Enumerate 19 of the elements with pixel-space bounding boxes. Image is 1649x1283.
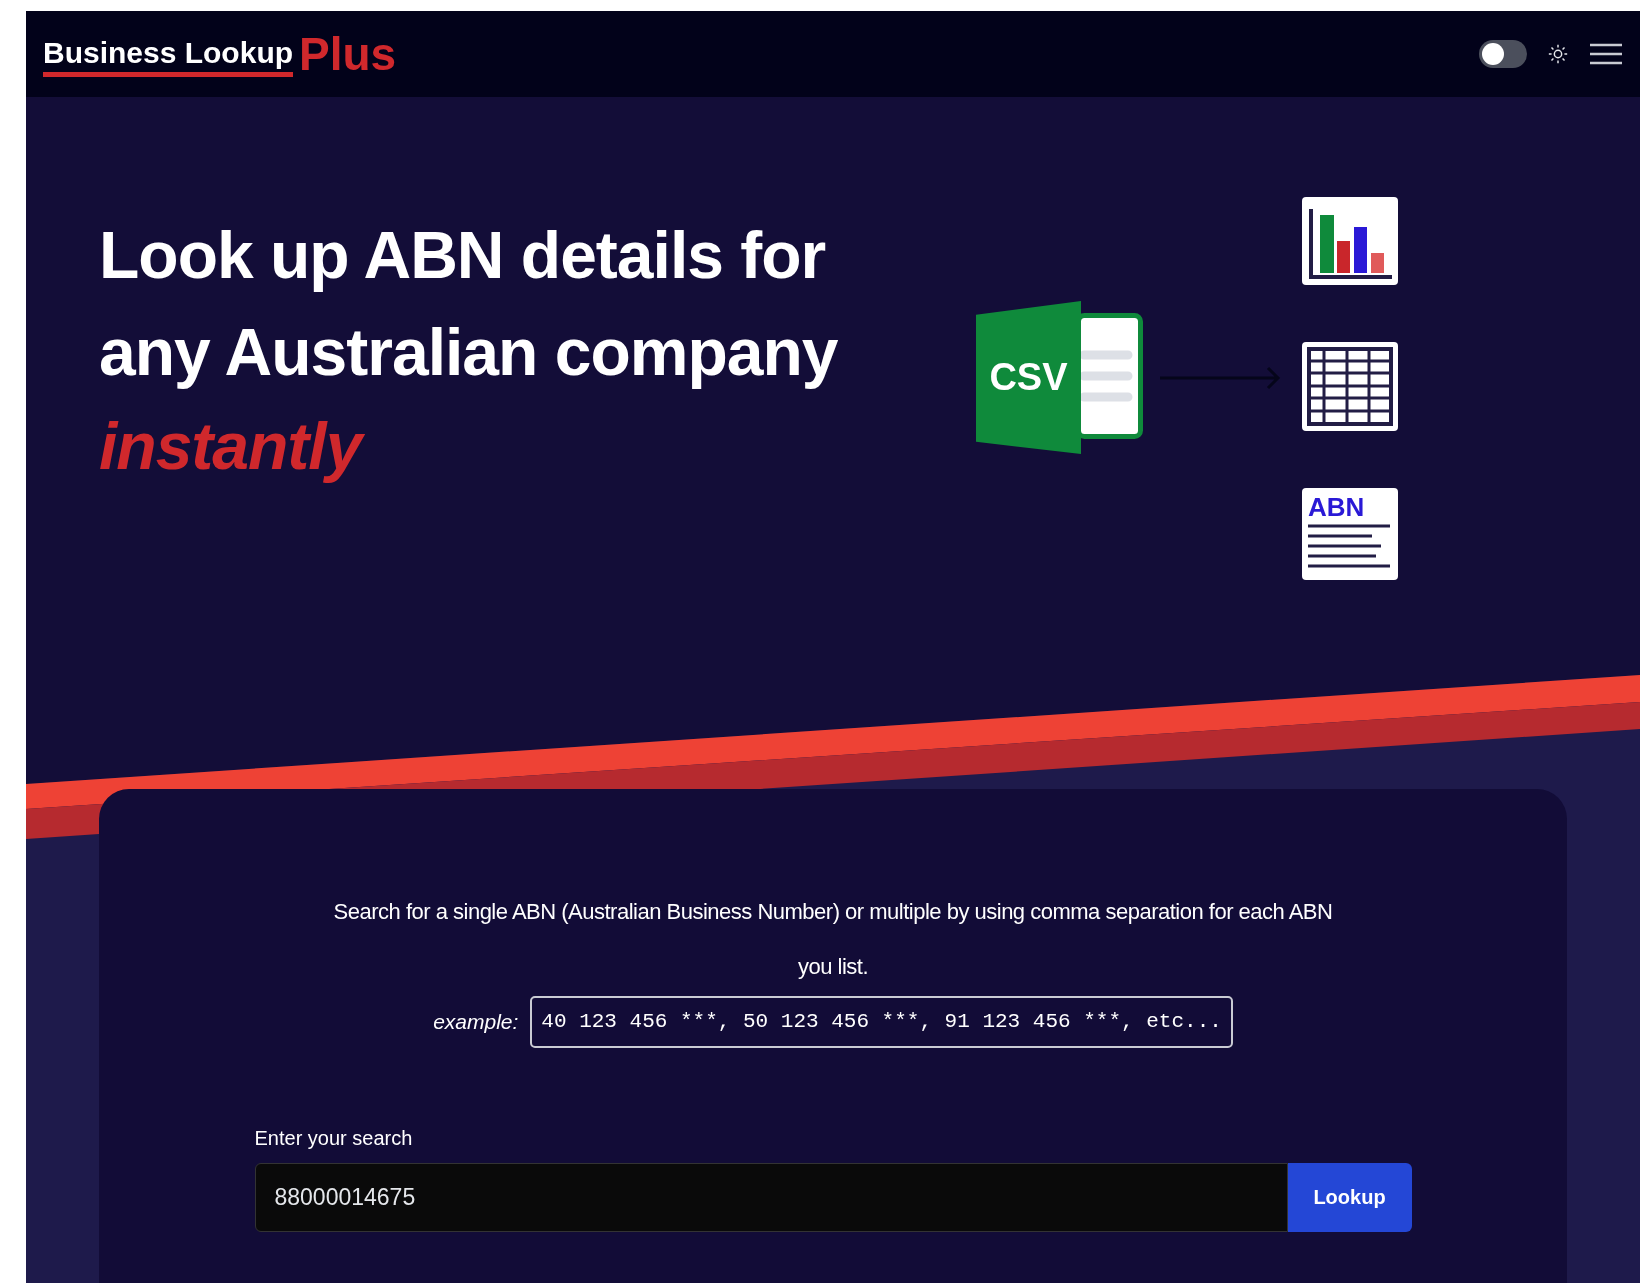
hero-heading: Look up ABN details for — [99, 217, 827, 294]
table-icon — [1302, 342, 1398, 431]
sun-icon — [1547, 43, 1569, 65]
bar-chart-icon — [1302, 197, 1398, 285]
search-label: Enter your search — [254, 1125, 414, 1151]
menu-icon[interactable] — [1589, 42, 1623, 66]
theme-toggle[interactable] — [1479, 40, 1527, 68]
search-input[interactable]: 88000014675 — [254, 1162, 1288, 1232]
search-description: Search for a single ABN (Australian Business Number) or multiple by using comma separation for each ABN you list. — [332, 898, 1334, 981]
logo-text: Business Lookup — [43, 36, 294, 77]
hero-accent: instantly — [99, 401, 926, 491]
example-value: 40 123 456 ***, 50 123 456 ***, 91 123 456 ***, etc... — [530, 996, 1233, 1048]
csv-label: CSV — [989, 355, 1068, 400]
arrow-icon — [1160, 365, 1282, 390]
abn-label: ABN — [1308, 492, 1366, 522]
lookup-button[interactable]: Lookup — [1287, 1162, 1412, 1232]
hero-heading: any Australian company — [99, 314, 839, 391]
example-label: example: — [433, 1009, 519, 1035]
logo-accent: Plus — [299, 31, 397, 77]
